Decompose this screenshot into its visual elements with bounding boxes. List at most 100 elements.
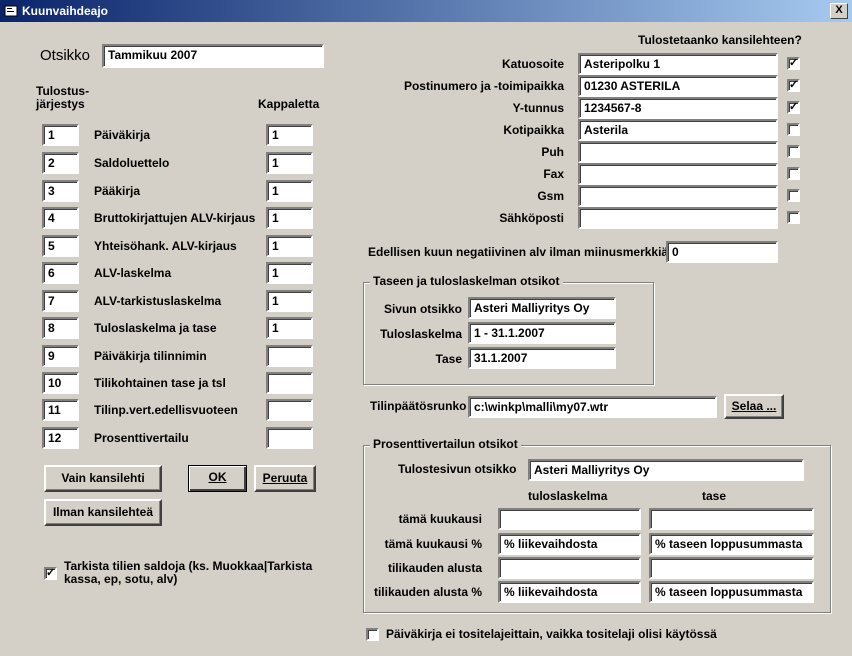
report-name: Päiväkirja tilinnimin — [94, 349, 207, 363]
otsikko-label: Otsikko — [40, 47, 91, 64]
order-input[interactable]: 8 — [42, 317, 79, 339]
copies-input[interactable]: 1 — [266, 124, 313, 146]
copies-input[interactable] — [266, 399, 313, 421]
order-input[interactable]: 6 — [42, 262, 79, 284]
negative-vat-input[interactable]: 0 — [666, 241, 778, 263]
order-input[interactable]: 4 — [42, 207, 79, 229]
cover-field-input[interactable]: Asterila — [578, 119, 778, 141]
copies-input[interactable]: 1 — [266, 290, 313, 312]
cover-field-checkbox[interactable]: ✓ — [787, 101, 800, 114]
cover-field-input[interactable]: Asteripolku 1 — [578, 53, 778, 75]
copies-input[interactable] — [266, 372, 313, 394]
report-name: Tilinp.vert.edellisvuoteen — [94, 403, 238, 417]
report-name: Saldoluettelo — [94, 156, 170, 170]
vain-kansilehti-button[interactable]: Vain kansilehti — [44, 465, 162, 492]
percent-col1-input[interactable] — [498, 508, 641, 530]
sivun-otsikko-label: Sivun otsikko — [383, 302, 462, 316]
order-input[interactable]: 7 — [42, 290, 79, 312]
cover-field-input[interactable] — [578, 163, 778, 185]
journal-option-label: Päiväkirja ei tositelajeittain, vaikka t… — [386, 627, 717, 641]
percent-col1-input[interactable] — [498, 557, 641, 579]
report-name: Bruttokirjattujen ALV-kirjaus — [94, 211, 256, 225]
negative-vat-label: Edellisen kuun negatiivinen alv ilman mi… — [368, 245, 669, 259]
ilman-kansilehtea-button[interactable]: Ilman kansilehteä — [44, 499, 162, 526]
cover-field-label: Puh — [541, 145, 564, 159]
template-input[interactable]: c:\winkp\malli\my07.wtr — [468, 396, 717, 418]
cover-field-checkbox[interactable] — [787, 123, 800, 136]
cover-field-checkbox[interactable]: ✓ — [787, 79, 800, 92]
app-icon — [4, 5, 18, 17]
cover-field-input[interactable] — [578, 141, 778, 163]
order-input[interactable]: 1 — [42, 124, 79, 146]
cover-field-label: Fax — [543, 167, 564, 181]
cover-field-label: Gsm — [537, 189, 564, 203]
headings-group-caption: Taseen ja tuloslaskelman otsikot — [370, 274, 563, 288]
tase-input[interactable]: 31.1.2007 — [468, 347, 616, 369]
copies-input[interactable]: 1 — [266, 180, 313, 202]
copies-input[interactable]: 1 — [266, 262, 313, 284]
copies-input[interactable]: 1 — [266, 152, 313, 174]
report-name: Tuloslaskelma ja tase — [94, 321, 217, 335]
check-balances-label-1: Tarkista tilien saldoja (ks. Muokkaa|Tar… — [64, 559, 313, 573]
cover-field-input[interactable]: 1234567-8 — [578, 97, 778, 119]
cover-question: Tulostetaanko kansilehteen? — [638, 33, 802, 47]
copies-input[interactable]: 1 — [266, 317, 313, 339]
cover-field-label: Postinumero ja -toimipaikka — [403, 79, 564, 93]
cover-field-input[interactable] — [578, 207, 778, 229]
copies-input[interactable] — [266, 427, 313, 449]
cover-field-checkbox[interactable]: ✓ — [787, 57, 800, 70]
percent-row-label: tämä kuukausi % — [384, 537, 482, 551]
cover-field-checkbox[interactable] — [787, 189, 800, 202]
col1-header: tuloslaskelma — [528, 489, 608, 503]
report-name: Päiväkirja — [94, 128, 151, 142]
order-input[interactable]: 5 — [42, 235, 79, 257]
window-title: Kuunvaihdeajo — [22, 4, 109, 18]
cover-field-checkbox[interactable] — [787, 211, 800, 224]
order-header-line2: järjestys — [36, 97, 85, 111]
order-input[interactable]: 2 — [42, 152, 79, 174]
tuloslaskelma-input[interactable]: 1 - 31.1.2007 — [468, 322, 616, 344]
sivun-otsikko-input[interactable]: Asteri Malliyritys Oy — [468, 297, 616, 319]
page-title-input[interactable]: Asteri Malliyritys Oy — [528, 459, 804, 481]
cover-field-label: Katuosoite — [501, 57, 564, 71]
order-input[interactable]: 12 — [42, 427, 79, 449]
order-header-line1: Tulostus- — [36, 84, 90, 98]
selaa-button[interactable]: Selaa ... — [724, 394, 784, 419]
order-input[interactable]: 9 — [42, 345, 79, 367]
cover-field-label: Y-tunnus — [512, 101, 564, 115]
check-balances-checkbox[interactable]: ✓ — [44, 567, 57, 580]
peruuta-button[interactable]: Peruuta — [254, 465, 316, 492]
report-name: ALV-laskelma — [94, 266, 172, 280]
percent-row-label: tilikauden alusta — [387, 561, 482, 575]
check-mark-icon: ✓ — [789, 101, 799, 113]
cover-field-label: Sähköposti — [499, 211, 564, 225]
check-mark-icon: ✓ — [789, 57, 799, 69]
cover-field-input[interactable] — [578, 185, 778, 207]
percent-col2-input[interactable] — [649, 557, 814, 579]
percent-col2-input[interactable]: % taseen loppusummasta — [649, 581, 814, 603]
copies-input[interactable]: 1 — [266, 207, 313, 229]
copies-input[interactable] — [266, 345, 313, 367]
report-name: Tilikohtainen tase ja tsl — [94, 376, 226, 390]
copies-input[interactable]: 1 — [266, 235, 313, 257]
report-name: Prosenttivertailu — [94, 431, 189, 445]
percent-row-label: tämä kuukausi — [398, 512, 482, 526]
cover-field-input[interactable]: 01230 ASTERILA — [578, 75, 778, 97]
otsikko-input[interactable]: Tammikuu 2007 — [102, 44, 324, 68]
close-button[interactable]: X — [830, 3, 848, 19]
cover-field-checkbox[interactable] — [787, 167, 800, 180]
check-mark-icon: ✓ — [46, 567, 56, 579]
ok-button[interactable]: OK — [188, 465, 247, 492]
page-title-label: Tulostesivun otsikko — [398, 462, 517, 476]
percent-col2-input[interactable]: % taseen loppusummasta — [649, 533, 814, 555]
percent-col1-input[interactable]: % liikevaihdosta — [498, 581, 641, 603]
cover-field-checkbox[interactable] — [787, 145, 800, 158]
order-input[interactable]: 3 — [42, 180, 79, 202]
percent-col1-input[interactable]: % liikevaihdosta — [498, 533, 641, 555]
title-bar: Kuunvaihdeajo X — [0, 0, 852, 22]
col2-header: tase — [702, 489, 727, 503]
order-input[interactable]: 10 — [42, 372, 79, 394]
journal-option-checkbox[interactable] — [366, 628, 379, 641]
order-input[interactable]: 11 — [42, 399, 79, 421]
percent-col2-input[interactable] — [649, 508, 814, 530]
